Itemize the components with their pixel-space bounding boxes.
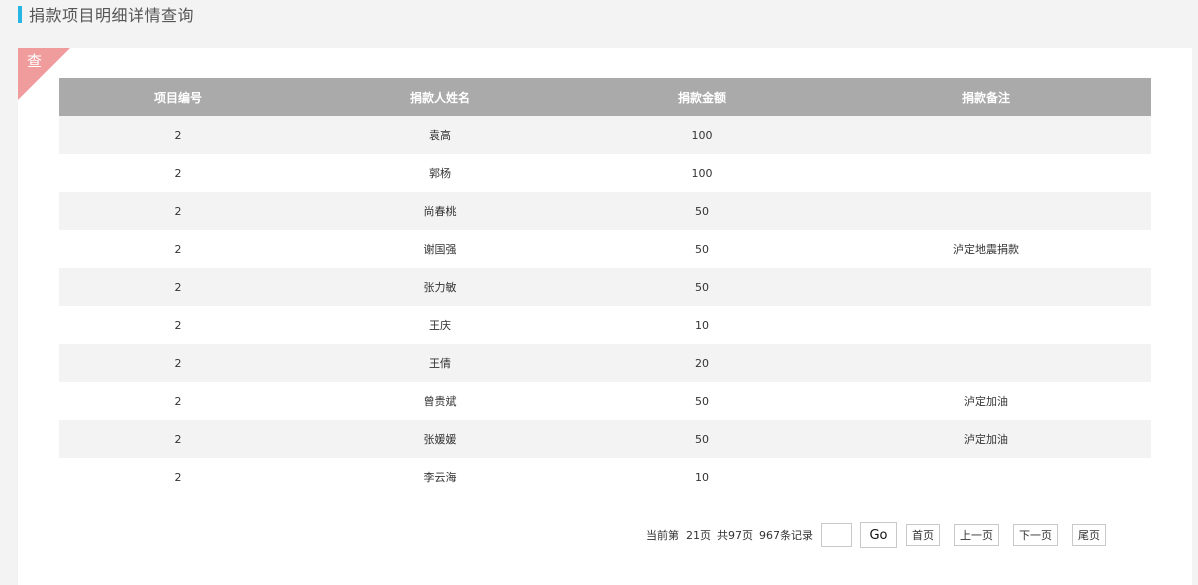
content-panel: 查 项目编号 捐款人姓名 捐款金额 捐款备注 2 袁高 100 2 郭杨 100 2 尚春桃 5…: [18, 48, 1192, 585]
cell-project-id: 2: [59, 154, 297, 192]
cell-donor-name: 张力敏: [297, 268, 583, 306]
cell-project-id: 2: [59, 344, 297, 382]
cell-donor-name: 张媛媛: [297, 420, 583, 458]
cell-donor-name: 王庆: [297, 306, 583, 344]
cell-donor-name: 尚春桃: [297, 192, 583, 230]
cell-project-id: 2: [59, 420, 297, 458]
cell-amount: 50: [583, 420, 821, 458]
cell-amount: 100: [583, 116, 821, 154]
column-header-note: 捐款备注: [821, 78, 1151, 116]
table-row: 2 王倩 20: [59, 344, 1151, 382]
table-row: 2 谢国强 50 泸定地震捐款: [59, 230, 1151, 268]
column-header-project-id: 项目编号: [59, 78, 297, 116]
cell-amount: 10: [583, 306, 821, 344]
cell-amount: 100: [583, 154, 821, 192]
table-row: 2 尚春桃 50: [59, 192, 1151, 230]
cell-amount: 50: [583, 192, 821, 230]
cell-amount: 50: [583, 382, 821, 420]
query-badge: 查: [27, 52, 43, 70]
cell-note: [821, 192, 1151, 230]
table-row: 2 张力敏 50: [59, 268, 1151, 306]
cell-note: 泸定加油: [821, 420, 1151, 458]
cell-project-id: 2: [59, 116, 297, 154]
cell-note: [821, 116, 1151, 154]
cell-amount: 20: [583, 344, 821, 382]
cell-donor-name: 袁高: [297, 116, 583, 154]
cell-project-id: 2: [59, 306, 297, 344]
table-row: 2 李云海 10: [59, 458, 1151, 496]
cell-project-id: 2: [59, 230, 297, 268]
column-header-donor-name: 捐款人姓名: [297, 78, 583, 116]
cell-note: 泸定加油: [821, 382, 1151, 420]
page-header: 捐款项目明细详情查询: [18, 4, 195, 25]
cell-amount: 50: [583, 268, 821, 306]
pagination-bar: 当前第 21页 共97页 967条记录 Go 首页 上一页 下一页 尾页: [646, 522, 1106, 548]
cell-note: [821, 344, 1151, 382]
donation-table-wrap: 项目编号 捐款人姓名 捐款金额 捐款备注 2 袁高 100 2 郭杨 100 2 尚春桃 50 2…: [59, 78, 1151, 496]
cell-project-id: 2: [59, 268, 297, 306]
cell-donor-name: 郭杨: [297, 154, 583, 192]
title-accent-bar: [18, 5, 22, 23]
page-number-input[interactable]: [821, 523, 852, 547]
table-row: 2 曾贵斌 50 泸定加油: [59, 382, 1151, 420]
prev-page-button[interactable]: 上一页: [954, 524, 999, 546]
cell-amount: 50: [583, 230, 821, 268]
donation-table: 项目编号 捐款人姓名 捐款金额 捐款备注 2 袁高 100 2 郭杨 100 2 尚春桃 50 2…: [59, 78, 1151, 496]
cell-amount: 10: [583, 458, 821, 496]
next-page-button[interactable]: 下一页: [1013, 524, 1058, 546]
table-row: 2 张媛媛 50 泸定加油: [59, 420, 1151, 458]
cell-note: [821, 458, 1151, 496]
table-body: 2 袁高 100 2 郭杨 100 2 尚春桃 50 2 谢国强 50 泸定地震捐款 2 张力敏 50 2 王庆 1…: [59, 116, 1151, 496]
cell-project-id: 2: [59, 382, 297, 420]
table-header-row: 项目编号 捐款人姓名 捐款金额 捐款备注: [59, 78, 1151, 116]
total-pages-text: 共97页: [717, 529, 753, 542]
cell-note: [821, 154, 1151, 192]
cell-donor-name: 曾贵斌: [297, 382, 583, 420]
go-button[interactable]: Go: [860, 522, 897, 548]
table-row: 2 郭杨 100: [59, 154, 1151, 192]
page-title: 捐款项目明细详情查询: [29, 6, 195, 25]
cell-project-id: 2: [59, 458, 297, 496]
cell-note: [821, 268, 1151, 306]
records-count-text: 967条记录: [759, 529, 813, 542]
table-row: 2 袁高 100: [59, 116, 1151, 154]
cell-note: [821, 306, 1151, 344]
table-row: 2 王庆 10: [59, 306, 1151, 344]
cell-donor-name: 谢国强: [297, 230, 583, 268]
cell-note: 泸定地震捐款: [821, 230, 1151, 268]
cell-donor-name: 王倩: [297, 344, 583, 382]
last-page-button[interactable]: 尾页: [1072, 524, 1106, 546]
cell-project-id: 2: [59, 192, 297, 230]
first-page-button[interactable]: 首页: [906, 524, 940, 546]
column-header-amount: 捐款金额: [583, 78, 821, 116]
current-page-text: 当前第 21页: [646, 529, 711, 542]
cell-donor-name: 李云海: [297, 458, 583, 496]
